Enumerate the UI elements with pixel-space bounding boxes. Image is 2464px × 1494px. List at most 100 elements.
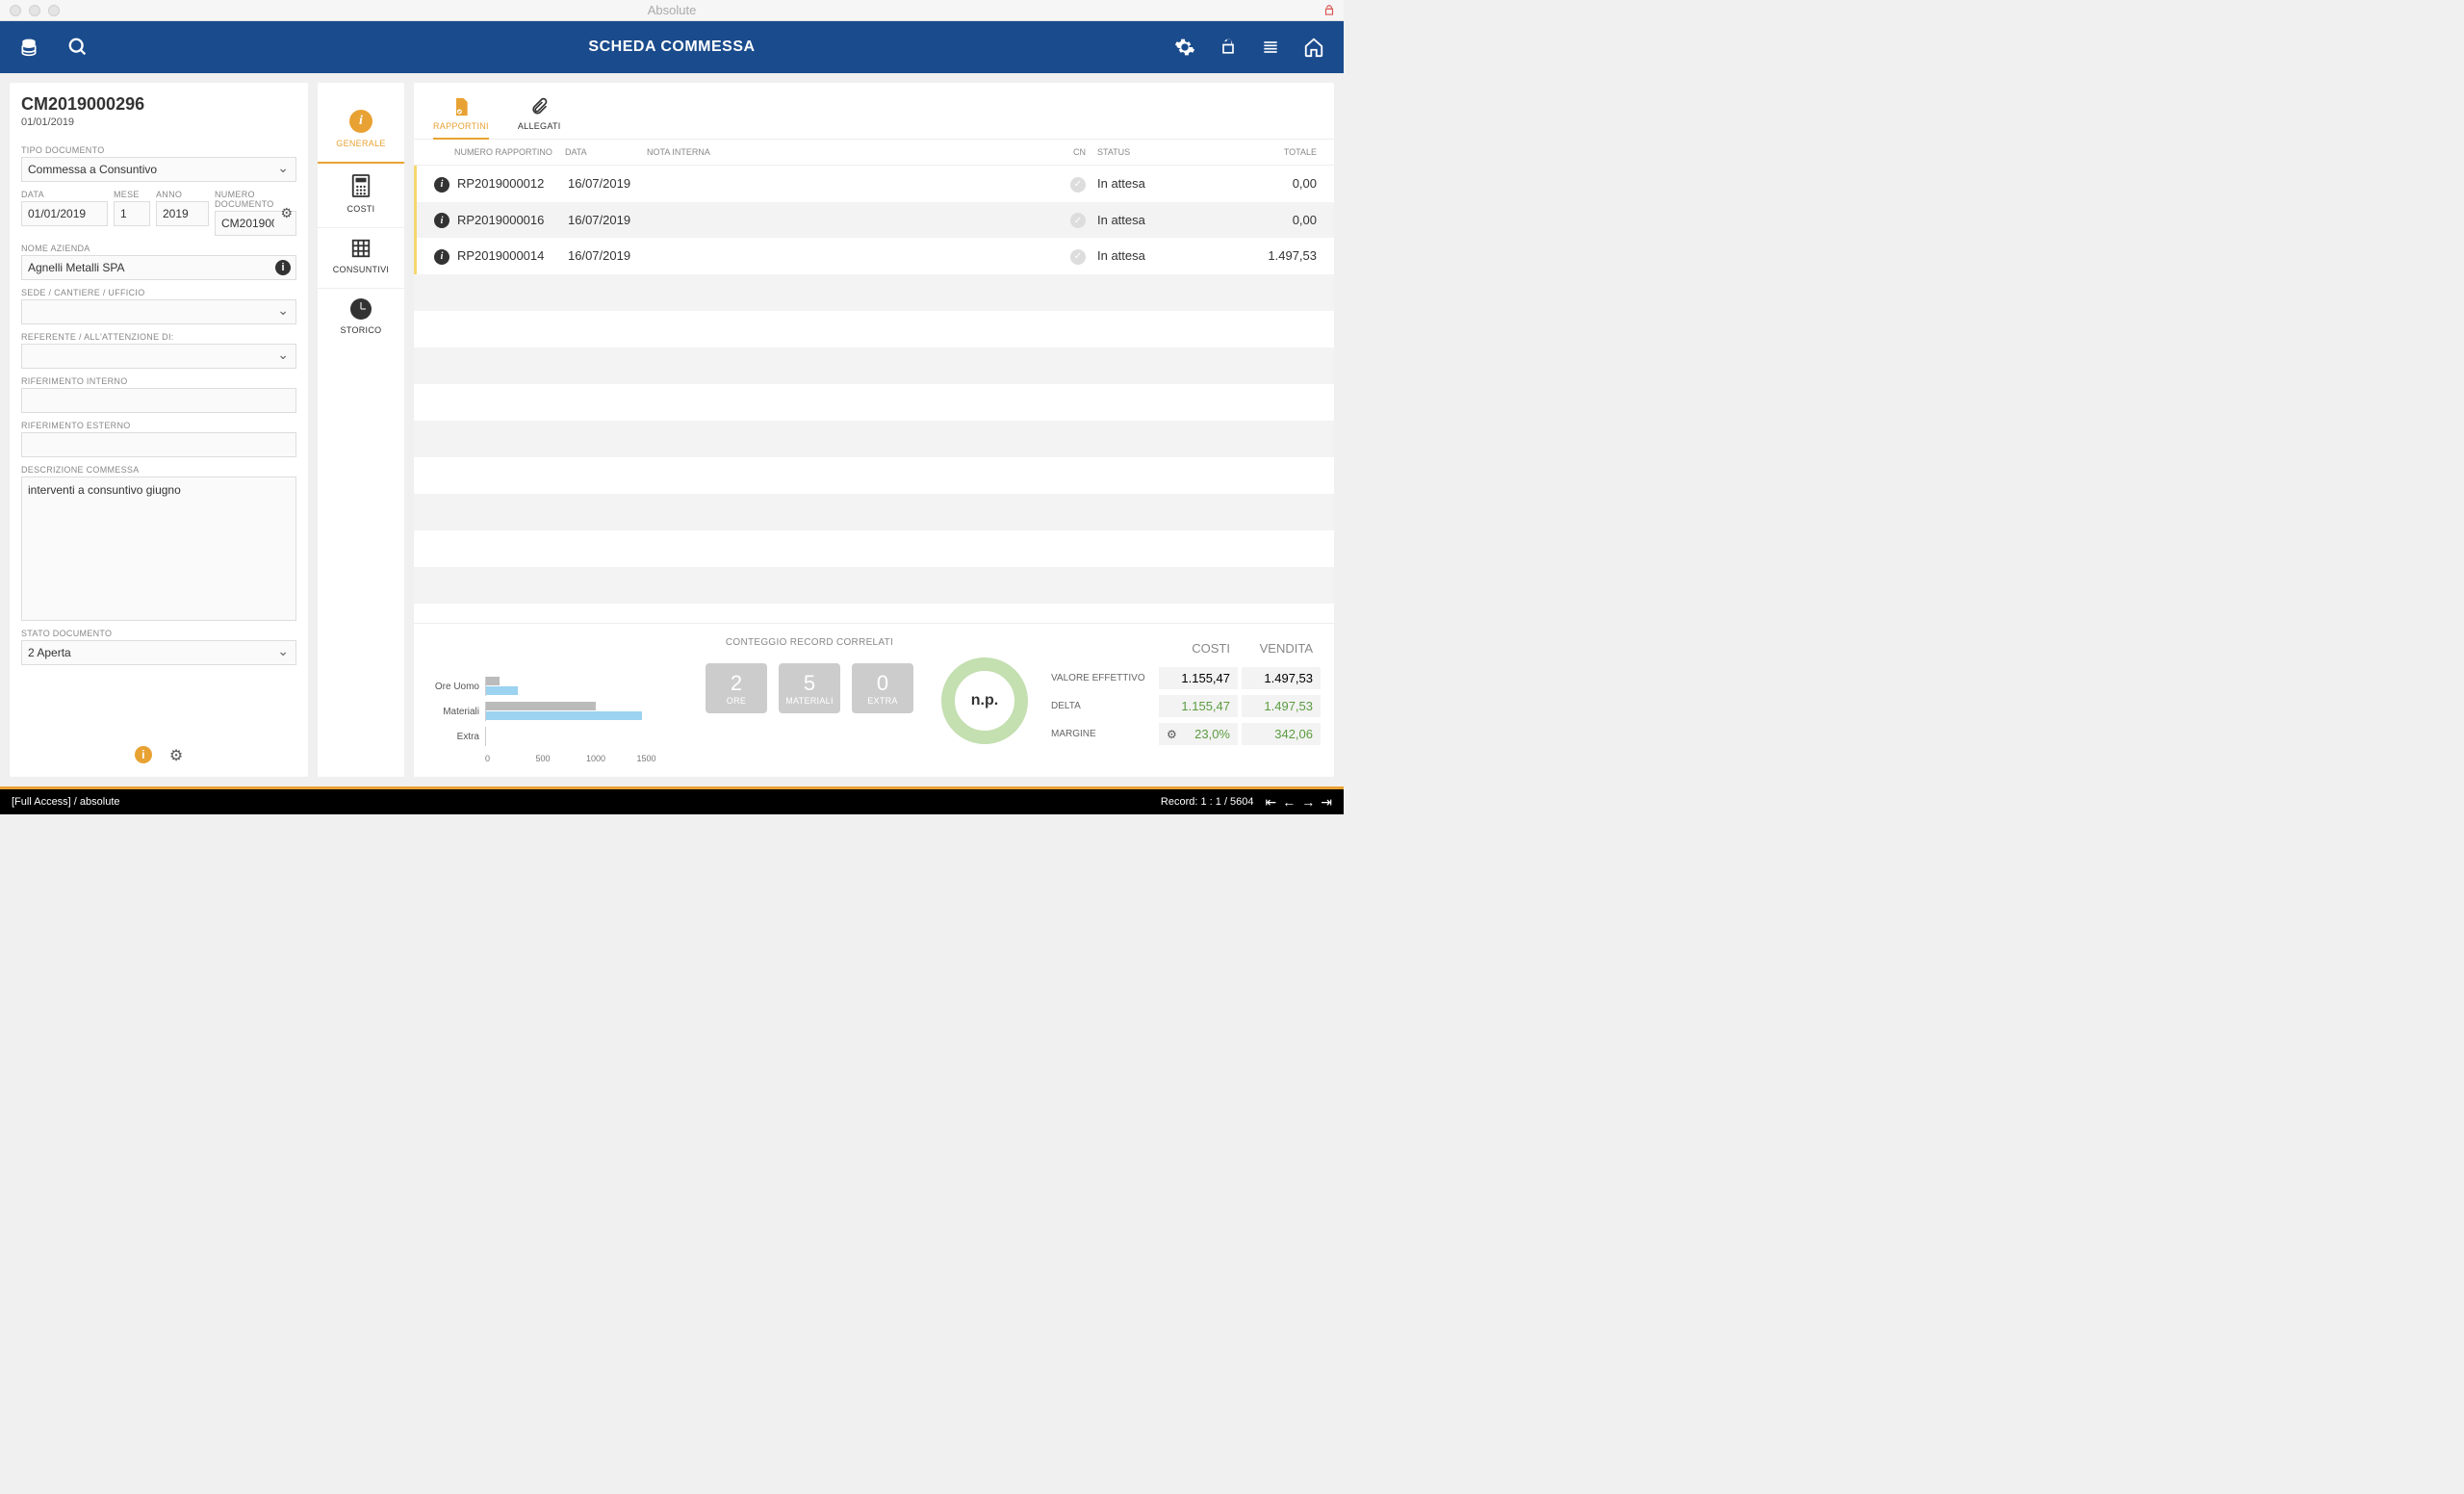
maximize-window-button[interactable] [48,5,60,16]
label-tipo-documento: TIPO DOCUMENTO [21,145,296,155]
panel-gear-icon[interactable]: ⚙ [169,746,183,765]
bar-grey [486,702,596,710]
margine-costi: ⚙23,0% [1159,723,1238,745]
azienda-info-icon[interactable]: i [275,260,291,275]
empty-row [414,421,1334,457]
tab-allegati[interactable]: ALLEGATI [518,96,561,139]
nav-storico[interactable]: STORICO [318,289,404,348]
cell-cn: ✓ [1053,212,1086,229]
info-icon: i [349,110,372,133]
empty-row [414,274,1334,311]
app-header: SCHEDA COMMESSA [0,21,1344,73]
database-icon[interactable] [19,38,38,57]
label-valore-effettivo: VALORE EFFETTIVO [1051,673,1155,683]
count-box[interactable]: 2ORE [706,663,767,713]
settings-icon[interactable] [1174,37,1195,58]
axis-tick: 0 [485,754,536,763]
search-icon[interactable] [67,37,89,58]
footer-access: [Full Access] / absolute [12,796,120,808]
tipo-documento-select[interactable] [21,157,296,182]
table-row[interactable]: i RP2019000012 16/07/2019 ✓ In attesa 0,… [414,166,1334,202]
check-icon: ✓ [1070,177,1086,193]
lock-icon[interactable] [1322,4,1336,17]
tab-rapportini[interactable]: RAPPORTINI [433,96,489,139]
list-icon[interactable] [1261,38,1280,57]
empty-row [414,348,1334,384]
count-box[interactable]: 5MATERIALI [779,663,840,713]
cell-data: 16/07/2019 [568,248,650,263]
status-bar: [Full Access] / absolute Record: 1 : 1 /… [0,789,1344,814]
axis-tick: 500 [536,754,587,763]
check-icon: ✓ [1070,213,1086,228]
close-window-button[interactable] [10,5,21,16]
margine-vendita: 342,06 [1242,723,1321,745]
label-anno: ANNO [156,190,209,199]
bar-blue [486,711,642,720]
descrizione-textarea[interactable]: interventi a consuntivo giugno [21,477,296,621]
cell-data: 16/07/2019 [568,213,650,227]
unlock-icon[interactable] [1219,38,1238,57]
label-descrizione: DESCRIZIONE COMMESSA [21,465,296,475]
home-icon[interactable] [1303,37,1324,58]
table-row[interactable]: i RP2019000014 16/07/2019 ✓ In attesa 1.… [414,238,1334,274]
mese-input[interactable] [114,201,150,226]
content-area: RAPPORTINI ALLEGATI NUMERO RAPPORTINO DA… [414,83,1334,777]
nav-label-consuntivi: CONSUNTIVI [333,265,390,274]
nome-azienda-input[interactable] [21,255,296,280]
traffic-lights [0,5,60,16]
label-sede: SEDE / CANTIERE / UFFICIO [21,288,296,297]
empty-row [414,530,1334,567]
cell-numero: RP2019000012 [457,176,568,191]
cell-status: In attesa [1086,248,1240,263]
nav-consuntivi[interactable]: CONSUNTIVI [318,228,404,289]
nav-label-costi: COSTI [346,204,374,214]
window-titlebar: Absolute [0,0,1344,21]
empty-row [414,457,1334,494]
bar-grey [486,677,500,685]
nav-next-icon[interactable]: → [1301,794,1315,811]
nav-last-icon[interactable]: ⇥ [1321,794,1332,811]
count-box[interactable]: 0EXTRA [852,663,913,713]
nav-generale[interactable]: i GENERALE [318,100,404,164]
document-code: CM2019000296 [21,94,296,115]
cell-numero: RP2019000014 [457,248,568,263]
count-label: EXTRA [867,696,898,706]
table-row[interactable]: i RP2019000016 16/07/2019 ✓ In attesa 0,… [414,202,1334,239]
label-rif-interno: RIFERIMENTO INTERNO [21,376,296,386]
sede-select[interactable] [21,299,296,324]
data-input[interactable] [21,201,108,226]
nav-prev-icon[interactable]: ← [1282,794,1296,811]
section-nav: i GENERALE COSTI CONSUNTIVI STORICO [318,83,404,777]
calculator-icon [350,173,372,198]
axis-tick: 1500 [637,754,688,763]
th-totale: TOTALE [1240,147,1317,157]
row-info-icon[interactable]: i [434,177,449,193]
count-number: 0 [877,671,888,696]
record-counts: CONTEGGIO RECORD CORRELATI 2ORE5MATERIAL… [701,637,918,763]
rif-interno-input[interactable] [21,388,296,413]
cell-status: In attesa [1086,213,1240,227]
form-panel: CM2019000296 01/01/2019 TIPO DOCUMENTO D… [10,83,308,777]
anno-input[interactable] [156,201,209,226]
counts-title: CONTEGGIO RECORD CORRELATI [726,637,893,648]
th-numero: NUMERO RAPPORTINO [454,147,565,157]
count-label: MATERIALI [785,696,834,706]
margine-gear-icon[interactable]: ⚙ [1167,728,1177,741]
nav-label-generale: GENERALE [336,139,385,148]
row-info-icon[interactable]: i [434,249,449,265]
panel-info-icon[interactable]: i [135,746,152,763]
nav-costi[interactable]: COSTI [318,164,404,228]
referente-select[interactable] [21,344,296,369]
cell-totale: 1.497,53 [1240,248,1317,263]
rif-esterno-input[interactable] [21,432,296,457]
th-cn: CN [1053,147,1086,157]
nav-first-icon[interactable]: ⇤ [1266,794,1277,811]
label-nome-azienda: NOME AZIENDA [21,244,296,253]
donut-value: n.p. [941,657,1028,744]
stato-documento-select[interactable] [21,640,296,665]
minimize-window-button[interactable] [29,5,40,16]
footer-record: Record: 1 : 1 / 5604 [1161,796,1254,808]
empty-row [414,384,1334,421]
row-info-icon[interactable]: i [434,213,449,228]
numero-gear-icon[interactable]: ⚙ [280,205,293,221]
